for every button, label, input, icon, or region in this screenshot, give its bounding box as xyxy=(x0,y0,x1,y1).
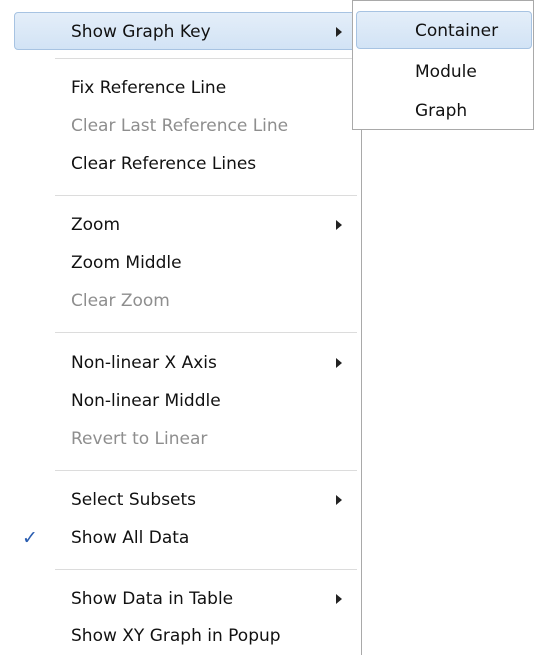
submenu-item-container[interactable]: Container xyxy=(356,11,532,49)
menu-separator xyxy=(55,332,357,334)
menu-item-label: Zoom xyxy=(71,215,121,235)
menu-item-label: Revert to Linear xyxy=(71,429,208,449)
submenu-arrow-icon xyxy=(336,594,342,604)
menu-item-fix-reference-line[interactable]: Fix Reference Line xyxy=(0,69,361,107)
submenu-item-module[interactable]: Module xyxy=(353,53,533,91)
menu-item-label: Clear Zoom xyxy=(71,291,170,311)
submenu-arrow-icon xyxy=(336,220,342,230)
menu-item-label: Clear Last Reference Line xyxy=(71,116,289,136)
menu-separator xyxy=(55,569,357,571)
menu-item-label: Clear Reference Lines xyxy=(71,154,257,174)
menu-separator xyxy=(55,195,357,197)
screen: Show Graph Key Fix Reference Line Clear … xyxy=(0,0,539,655)
menu-item-label: Show Graph Key xyxy=(71,22,211,42)
submenu-item-graph[interactable]: Graph xyxy=(353,92,533,130)
menu-item-nonlinear-middle[interactable]: Non-linear Middle xyxy=(0,382,361,420)
menu-item-nonlinear-x-axis[interactable]: Non-linear X Axis xyxy=(0,344,361,382)
menu-item-zoom[interactable]: Zoom xyxy=(0,206,361,244)
menu-item-show-all-data[interactable]: ✓ Show All Data xyxy=(0,519,361,557)
menu-item-label: Non-linear Middle xyxy=(71,391,221,411)
checkmark-icon: ✓ xyxy=(22,527,38,549)
menu-item-label: Show Data in Table xyxy=(71,589,234,609)
graph-key-submenu: Container Module Graph xyxy=(352,0,534,130)
menu-item-zoom-middle[interactable]: Zoom Middle xyxy=(0,244,361,282)
menu-item-label: Zoom Middle xyxy=(71,253,182,273)
menu-item-show-graph-key[interactable]: Show Graph Key xyxy=(14,12,362,50)
submenu-item-label: Graph xyxy=(415,101,468,121)
submenu-arrow-icon xyxy=(336,495,342,505)
submenu-item-label: Module xyxy=(415,62,477,82)
menu-separator xyxy=(55,470,357,472)
menu-item-label: Fix Reference Line xyxy=(71,78,227,98)
context-menu: Show Graph Key Fix Reference Line Clear … xyxy=(0,0,362,655)
menu-separator xyxy=(55,58,357,60)
menu-item-show-xy-graph-in-popup[interactable]: Show XY Graph in Popup xyxy=(0,617,361,655)
submenu-arrow-icon xyxy=(336,358,342,368)
menu-item-select-subsets[interactable]: Select Subsets xyxy=(0,481,361,519)
menu-item-clear-last-reference-line[interactable]: Clear Last Reference Line xyxy=(0,107,361,145)
menu-item-label: Select Subsets xyxy=(71,490,197,510)
menu-item-clear-zoom[interactable]: Clear Zoom xyxy=(0,282,361,320)
menu-item-show-data-in-table[interactable]: Show Data in Table xyxy=(0,580,361,618)
menu-item-label: Show All Data xyxy=(71,528,190,548)
menu-item-label: Show XY Graph in Popup xyxy=(71,626,281,646)
submenu-arrow-icon xyxy=(336,27,342,37)
menu-item-label: Non-linear X Axis xyxy=(71,353,217,373)
submenu-item-label: Container xyxy=(415,21,499,41)
menu-item-clear-reference-lines[interactable]: Clear Reference Lines xyxy=(0,145,361,183)
menu-item-revert-to-linear[interactable]: Revert to Linear xyxy=(0,420,361,458)
